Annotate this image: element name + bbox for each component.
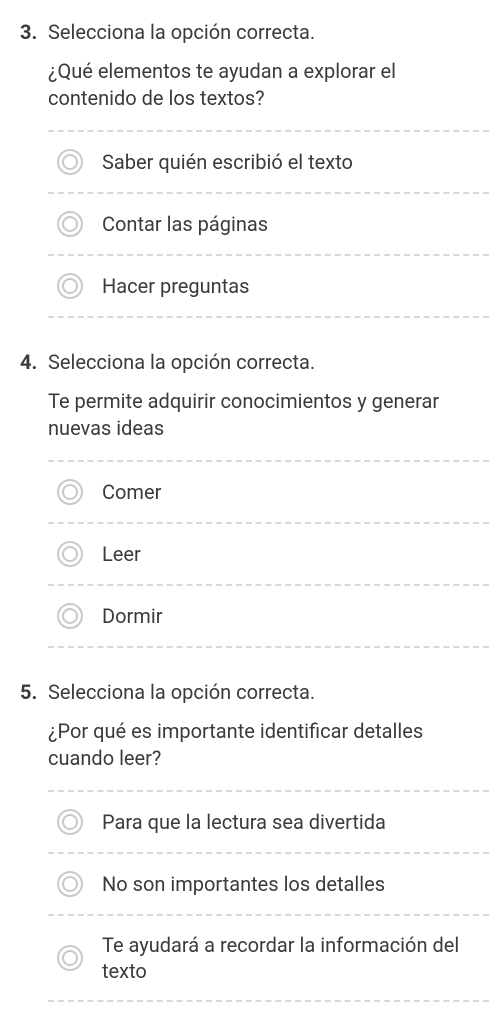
option-row[interactable]: Para que la lectura sea divertida — [48, 790, 489, 852]
question-block: 4. Selecciona la opción correcta. Te per… — [0, 330, 501, 648]
question-block: 5. Selecciona la opción correcta. ¿Por q… — [0, 660, 501, 1002]
option-row[interactable]: Dormir — [48, 584, 489, 648]
radio-icon — [56, 870, 84, 898]
radio-icon — [56, 540, 84, 568]
options-list: Para que la lectura sea divertida No son… — [48, 790, 489, 1002]
question-header: 5. Selecciona la opción correcta. ¿Por q… — [0, 660, 501, 780]
radio-icon — [56, 602, 84, 630]
radio-icon — [56, 944, 84, 972]
option-row[interactable]: Leer — [48, 522, 489, 584]
option-row[interactable]: No son importantes los detalles — [48, 852, 489, 914]
question-block: 3. Selecciona la opción correcta. ¿Qué e… — [0, 0, 501, 318]
question-text-wrap: Selecciona la opción correcta. ¿Por qué … — [48, 680, 481, 772]
question-header: 4. Selecciona la opción correcta. Te per… — [0, 330, 501, 450]
option-label: Para que la lectura sea divertida — [102, 809, 386, 835]
question-instruction: Selecciona la opción correcta. — [48, 350, 481, 374]
option-label: Hacer preguntas — [102, 273, 249, 299]
options-list: Saber quién escribió el texto Contar las… — [48, 130, 489, 318]
option-row[interactable]: Contar las páginas — [48, 192, 489, 254]
question-header: 3. Selecciona la opción correcta. ¿Qué e… — [0, 0, 501, 120]
radio-icon — [56, 478, 84, 506]
option-label: Contar las páginas — [102, 211, 268, 237]
option-label: Te ayudará a recordar la información del… — [102, 932, 481, 984]
question-instruction: Selecciona la opción correcta. — [48, 680, 481, 704]
quiz-container: 3. Selecciona la opción correcta. ¿Qué e… — [0, 0, 501, 1002]
question-number: 4. — [20, 350, 48, 374]
question-number: 5. — [20, 680, 48, 704]
option-label: Saber quién escribió el texto — [102, 149, 353, 175]
radio-icon — [56, 148, 84, 176]
question-prompt: ¿Por qué es importante identificar detal… — [48, 718, 481, 772]
option-row[interactable]: Hacer preguntas — [48, 254, 489, 318]
option-row[interactable]: Comer — [48, 460, 489, 522]
option-label: Leer — [102, 541, 141, 567]
option-label: Dormir — [102, 603, 163, 629]
question-prompt: ¿Qué elementos te ayudan a explorar el c… — [48, 58, 481, 112]
question-prompt: Te permite adquirir conocimientos y gene… — [48, 388, 481, 442]
radio-icon — [56, 272, 84, 300]
option-row[interactable]: Te ayudará a recordar la información del… — [48, 914, 489, 1002]
option-label: Comer — [102, 479, 161, 505]
radio-icon — [56, 808, 84, 836]
option-label: No son importantes los detalles — [102, 871, 385, 897]
option-row[interactable]: Saber quién escribió el texto — [48, 130, 489, 192]
radio-icon — [56, 210, 84, 238]
question-text-wrap: Selecciona la opción correcta. ¿Qué elem… — [48, 20, 481, 112]
question-text-wrap: Selecciona la opción correcta. Te permit… — [48, 350, 481, 442]
question-instruction: Selecciona la opción correcta. — [48, 20, 481, 44]
question-number: 3. — [20, 20, 48, 44]
options-list: Comer Leer Dormir — [48, 460, 489, 648]
